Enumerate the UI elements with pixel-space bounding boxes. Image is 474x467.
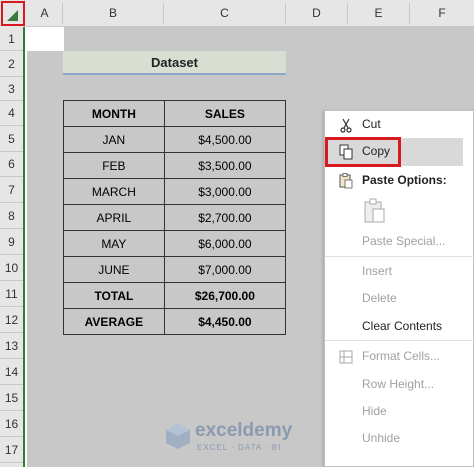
row-header[interactable]: 5 xyxy=(0,126,23,152)
menu-item-paste-special[interactable]: Paste Special... xyxy=(325,228,474,256)
column-header-f[interactable]: F xyxy=(410,3,474,24)
column-header-e[interactable]: E xyxy=(348,3,410,24)
menu-item-unhide[interactable]: Unhide xyxy=(325,425,474,453)
menu-label-cut: Cut xyxy=(362,117,381,131)
sales-cell[interactable]: $4,450.00 xyxy=(163,308,287,335)
dataset-title[interactable]: Dataset xyxy=(63,51,286,75)
sales-cell[interactable]: $4,500.00 xyxy=(163,126,287,153)
menu-label-hide: Hide xyxy=(362,404,387,418)
menu-item-delete[interactable]: Delete xyxy=(325,285,474,313)
sales-cell[interactable]: $3,500.00 xyxy=(163,152,287,179)
format-cells-icon xyxy=(339,350,353,364)
row-header[interactable]: 11 xyxy=(0,281,23,307)
column-header-b[interactable]: B xyxy=(63,3,164,24)
row-header[interactable]: 10 xyxy=(0,255,23,281)
month-cell[interactable]: MAY xyxy=(63,230,165,257)
menu-item-row-height[interactable]: Row Height... xyxy=(325,371,474,399)
header-sales[interactable]: SALES xyxy=(163,100,287,127)
menu-divider xyxy=(325,256,474,257)
sales-cell[interactable]: $3,000.00 xyxy=(163,178,287,205)
sales-cell[interactable]: $2,700.00 xyxy=(163,204,287,231)
table-row: APRIL $2,700.00 xyxy=(63,204,287,231)
sales-cell[interactable]: $7,000.00 xyxy=(163,256,287,283)
menu-label-format-cells: Format Cells... xyxy=(362,349,441,363)
month-cell[interactable]: JUNE xyxy=(63,256,165,283)
scissors-icon xyxy=(340,118,352,133)
menu-item-hide[interactable]: Hide xyxy=(325,398,474,426)
month-cell[interactable]: AVERAGE xyxy=(63,308,165,335)
sales-cell[interactable]: $26,700.00 xyxy=(163,282,287,309)
sales-cell[interactable]: $6,000.00 xyxy=(163,230,287,257)
table-row: AVERAGE $4,450.00 xyxy=(63,308,287,335)
paste-icon xyxy=(339,173,353,189)
menu-label-delete: Delete xyxy=(362,291,397,305)
menu-item-cut[interactable]: Cut xyxy=(325,111,474,139)
row-header[interactable]: 7 xyxy=(0,177,23,203)
column-header-a[interactable]: A xyxy=(27,3,63,24)
watermark-tagline: EXCEL · DATA · BI xyxy=(197,443,282,452)
column-header-d[interactable]: D xyxy=(286,3,348,24)
menu-label-unhide: Unhide xyxy=(362,431,401,445)
cell-a1[interactable] xyxy=(27,27,64,51)
select-all-highlight xyxy=(1,1,25,26)
menu-label-insert: Insert xyxy=(362,264,393,278)
table-row: FEB $3,500.00 xyxy=(63,152,287,179)
table-row: MAY $6,000.00 xyxy=(63,230,287,257)
row-header[interactable]: 2 xyxy=(0,51,23,77)
row-header[interactable]: 13 xyxy=(0,333,23,359)
exceldemy-logo-icon xyxy=(166,423,190,449)
menu-item-format-cells[interactable]: Format Cells... xyxy=(325,343,474,371)
menu-item-clear-contents[interactable]: Clear Contents xyxy=(325,313,474,341)
menu-item-insert[interactable]: Insert xyxy=(325,258,474,286)
row-header[interactable]: 8 xyxy=(0,203,23,229)
row-header[interactable]: 12 xyxy=(0,307,23,333)
menu-item-paste-options: Paste Options: xyxy=(325,167,474,195)
table-row: TOTAL $26,700.00 xyxy=(63,282,287,309)
menu-label-clear-contents: Clear Contents xyxy=(362,319,443,333)
table-header-row: MONTH SALES xyxy=(63,100,287,127)
column-header-c[interactable]: C xyxy=(164,3,286,24)
row-header[interactable]: 1 xyxy=(0,27,23,51)
month-cell[interactable]: MARCH xyxy=(63,178,165,205)
context-menu: Cut Copy Paste Options: Paste Special...… xyxy=(324,110,474,467)
month-cell[interactable]: TOTAL xyxy=(63,282,165,309)
row-header[interactable]: 16 xyxy=(0,411,23,437)
copy-highlight-box xyxy=(325,137,401,167)
row-header[interactable]: 14 xyxy=(0,359,23,385)
month-cell[interactable]: JAN xyxy=(63,126,165,153)
clipboard-icon xyxy=(364,198,385,223)
row-header[interactable]: 4 xyxy=(0,101,23,126)
header-month[interactable]: MONTH xyxy=(63,100,165,127)
row-header[interactable]: 6 xyxy=(0,152,23,177)
paste-option-button[interactable] xyxy=(362,198,386,224)
menu-label-paste-special: Paste Special... xyxy=(362,234,446,248)
month-cell[interactable]: FEB xyxy=(63,152,165,179)
row-header[interactable]: 17 xyxy=(0,437,23,463)
menu-label-paste-options: Paste Options: xyxy=(362,173,447,187)
row-header[interactable]: 9 xyxy=(0,229,23,255)
month-cell[interactable]: APRIL xyxy=(63,204,165,231)
menu-divider xyxy=(325,340,474,341)
sales-table: MONTH SALES JAN $4,500.00 FEB $3,500.00 MARC… xyxy=(63,100,287,335)
row-header[interactable]: 15 xyxy=(0,385,23,411)
table-row: MARCH $3,000.00 xyxy=(63,178,287,205)
row-header[interactable]: 3 xyxy=(0,77,23,101)
table-row: JAN $4,500.00 xyxy=(63,126,287,153)
watermark-brand: exceldemy xyxy=(195,420,293,441)
table-row: JUNE $7,000.00 xyxy=(63,256,287,283)
exceldemy-watermark: exceldemy EXCEL · DATA · BI xyxy=(165,418,310,454)
menu-label-row-height: Row Height... xyxy=(362,377,435,391)
